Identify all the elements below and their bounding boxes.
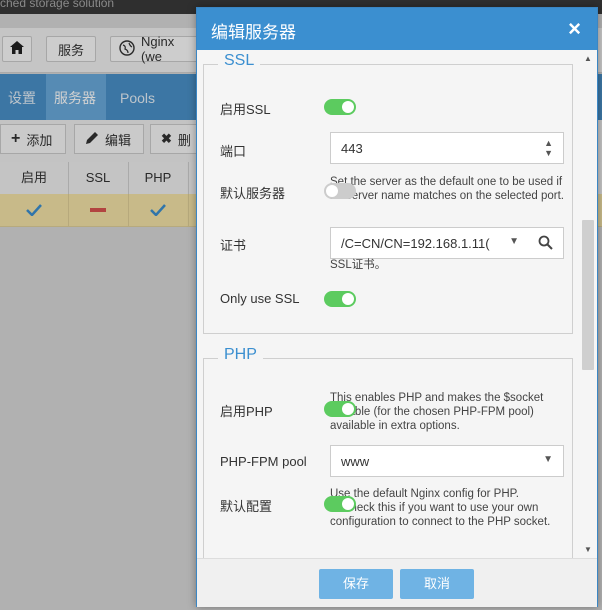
port-value: 443 bbox=[341, 140, 363, 156]
save-button-label: 保存 bbox=[342, 576, 369, 591]
dialog-footer: 保存 取消 bbox=[197, 558, 597, 607]
chevron-down-icon[interactable]: ▼ bbox=[509, 236, 519, 247]
cancel-button-label: 取消 bbox=[423, 576, 450, 591]
only-ssl-label: Only use SSL bbox=[220, 291, 300, 306]
default-server-help: Set the server as the default one to be … bbox=[330, 176, 564, 202]
scrollbar-thumb[interactable] bbox=[582, 220, 594, 370]
edit-server-dialog: 编辑服务器 × SSL 启用SSL 端口 443 ▲ ▼ 默认服务器 Set th… bbox=[196, 7, 598, 607]
dialog-title: 编辑服务器 bbox=[211, 23, 296, 42]
php-section: PHP 启用PHP This enables PHP and makes the… bbox=[203, 346, 573, 558]
scroll-up-icon[interactable]: ▲ bbox=[584, 54, 592, 63]
default-config-toggle[interactable] bbox=[324, 496, 356, 512]
php-section-legend: PHP bbox=[218, 346, 263, 364]
enable-php-toggle[interactable] bbox=[324, 401, 356, 417]
certificate-value: /C=CN/CN=192.168.1.11( bbox=[341, 235, 490, 251]
ssl-section-legend: SSL bbox=[218, 52, 261, 70]
default-server-label: 默认服务器 bbox=[220, 186, 286, 201]
default-config-label: 默认配置 bbox=[220, 499, 273, 514]
default-server-toggle[interactable] bbox=[324, 183, 356, 199]
chevron-down-icon[interactable]: ▼ bbox=[543, 454, 553, 465]
close-icon[interactable]: × bbox=[568, 16, 581, 42]
php-fpm-pool-select[interactable]: www ▼ bbox=[330, 445, 564, 477]
enable-ssl-toggle[interactable] bbox=[324, 99, 356, 115]
save-button[interactable]: 保存 bbox=[319, 569, 393, 599]
certificate-label: 证书 bbox=[220, 238, 247, 253]
php-fpm-pool-value: www bbox=[341, 453, 370, 469]
enable-ssl-label: 启用SSL bbox=[220, 102, 271, 117]
dialog-header: 编辑服务器 × bbox=[197, 8, 597, 50]
default-config-help: Use the default Nginx config for PHP. Un… bbox=[330, 488, 551, 528]
enable-php-label: 启用PHP bbox=[220, 404, 273, 419]
stepper-icon[interactable]: ▲ ▼ bbox=[544, 138, 553, 158]
cancel-button[interactable]: 取消 bbox=[400, 569, 474, 599]
dialog-body[interactable]: SSL 启用SSL 端口 443 ▲ ▼ 默认服务器 Set the server… bbox=[197, 50, 597, 558]
certificate-select[interactable]: /C=CN/CN=192.168.1.11( ▼ bbox=[330, 227, 564, 259]
php-fpm-pool-label: PHP-FPM pool bbox=[220, 454, 307, 469]
search-icon[interactable] bbox=[538, 235, 553, 253]
port-input[interactable]: 443 ▲ ▼ bbox=[330, 132, 564, 164]
enable-php-help: This enables PHP and makes the $socket v… bbox=[330, 392, 544, 432]
only-ssl-toggle[interactable] bbox=[324, 291, 356, 307]
scroll-down-icon[interactable]: ▼ bbox=[584, 545, 592, 554]
certificate-help: SSL证书。 bbox=[330, 259, 387, 271]
ssl-section: SSL 启用SSL 端口 443 ▲ ▼ 默认服务器 Set the server… bbox=[203, 52, 573, 334]
top-bar-text: ched storage solution bbox=[0, 0, 115, 10]
port-label: 端口 bbox=[220, 144, 247, 159]
scrollbar[interactable]: ▲ ▼ bbox=[582, 54, 594, 554]
